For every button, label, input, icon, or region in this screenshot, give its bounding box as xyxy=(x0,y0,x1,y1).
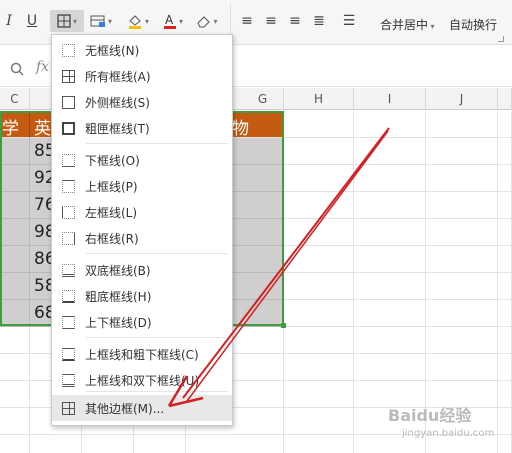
watermark-url: jingyan.baidu.com xyxy=(402,428,495,439)
watermark-brand: Baidu经验 xyxy=(388,406,472,425)
annotation-arrow xyxy=(167,127,390,408)
